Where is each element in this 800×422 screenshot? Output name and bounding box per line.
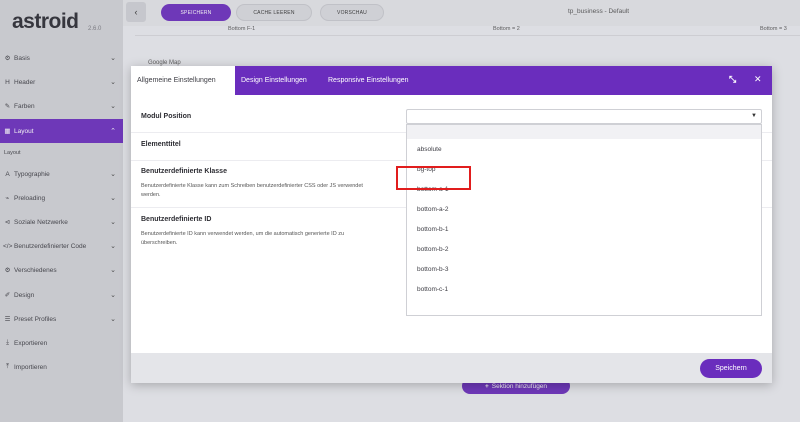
modal-tabs: Allgemeine Einstellungen Design Einstell… xyxy=(131,66,772,95)
save-button[interactable]: Speichern xyxy=(700,359,762,378)
custom-class-help: Benutzerdefinierte Klasse kann zum Schre… xyxy=(141,183,363,198)
custom-id-help: Benutzerdefinierte ID kann verwendet wer… xyxy=(141,231,344,246)
element-title-label: Elementtitel xyxy=(141,141,181,148)
modal-footer: Speichern xyxy=(131,353,772,383)
module-position-label: Modul Position xyxy=(141,113,192,120)
dropdown-option[interactable]: bottom-c-1 xyxy=(417,286,448,293)
module-position-select[interactable]: ▼ xyxy=(406,109,762,124)
close-icon[interactable]: ✕ xyxy=(754,74,762,85)
module-position-dropdown: absolute bg-top bottom-a-1 bottom-a-2 bo… xyxy=(406,124,762,316)
dropdown-search[interactable] xyxy=(407,125,761,139)
element-settings-modal: Allgemeine Einstellungen Design Einstell… xyxy=(131,66,772,383)
collapse-icon[interactable]: ⤡ xyxy=(729,74,736,85)
tab-design[interactable]: Design Einstellungen xyxy=(235,66,313,95)
custom-id-label: Benutzerdefinierte ID xyxy=(141,216,212,223)
caret-down-icon: ▼ xyxy=(751,113,757,119)
dropdown-option[interactable]: bottom-b-3 xyxy=(417,266,448,273)
tab-general[interactable]: Allgemeine Einstellungen xyxy=(131,66,235,95)
modal-body: Modul Position ▼ Elementtitel Benutzerde… xyxy=(131,95,772,353)
custom-class-label: Benutzerdefinierte Klasse xyxy=(141,168,227,175)
dropdown-option[interactable]: bottom-b-1 xyxy=(417,226,448,233)
dropdown-option[interactable]: bottom-a-2 xyxy=(417,206,448,213)
dropdown-option[interactable]: bottom-b-2 xyxy=(417,246,448,253)
highlight-box xyxy=(396,166,471,190)
tab-responsive[interactable]: Responsive Einstellungen xyxy=(322,66,415,95)
dropdown-option[interactable]: absolute xyxy=(417,146,442,153)
